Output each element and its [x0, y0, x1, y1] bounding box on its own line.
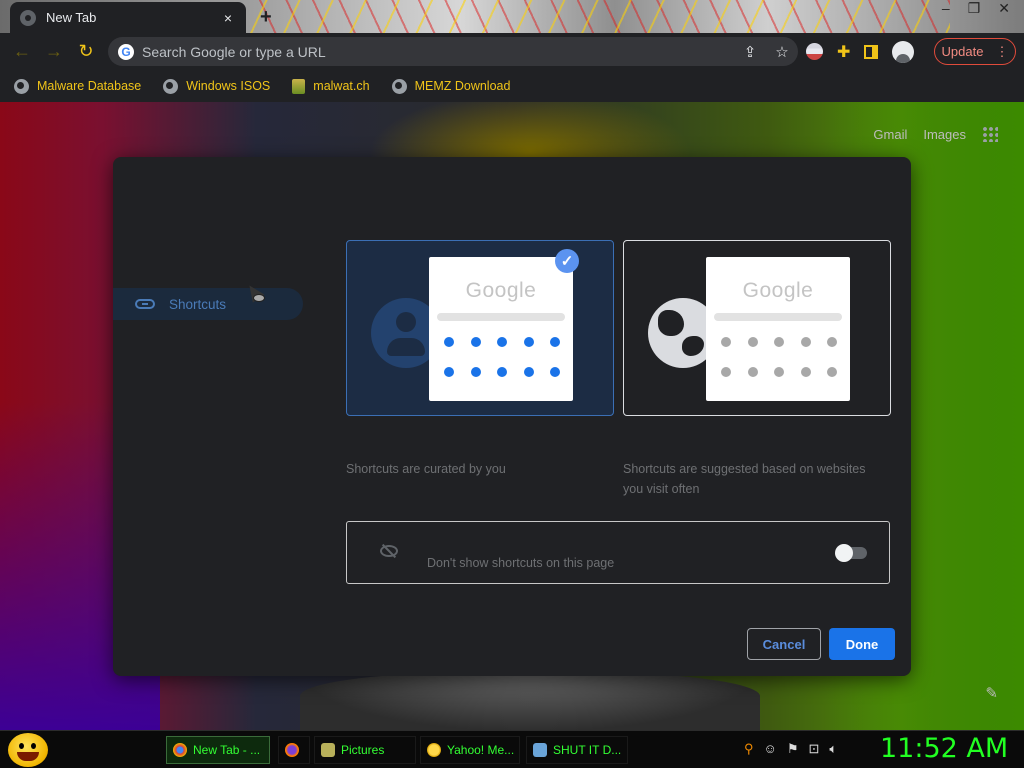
search-icon[interactable]: ⚲: [744, 741, 754, 757]
hide-shortcuts-label: Don't show shortcuts on this page: [427, 556, 615, 570]
card-tiles: [444, 337, 573, 377]
sidebar-item-shortcuts[interactable]: Shortcuts: [113, 288, 303, 320]
taskbar-label: SHUT IT D...: [553, 743, 622, 757]
done-button[interactable]: Done: [829, 628, 895, 660]
firefox-icon: [285, 743, 299, 757]
option-description: Shortcuts are suggested based on website…: [623, 462, 866, 496]
document-icon: [292, 78, 306, 94]
browser-toolbar: ← → ↻ G Search Google or type a URL ⇪ ☆ …: [0, 33, 1024, 70]
start-smiley-icon[interactable]: [8, 733, 48, 767]
taskbar-item[interactable]: SHUT IT D...: [526, 736, 628, 764]
card-logo: Google: [465, 279, 537, 302]
back-icon[interactable]: ←: [6, 41, 38, 62]
bookmarks-bar: Malware Database Windows ISOS malwat.ch …: [0, 70, 1024, 102]
update-button[interactable]: Update ⋮: [934, 38, 1016, 65]
more-menu-icon: ⋮: [995, 43, 1009, 59]
system-tray: ⚲ ☺ ⚑ ⊡ 🔈︎: [744, 741, 837, 757]
globe-icon: [14, 78, 29, 94]
taskbar-item[interactable]: [278, 736, 310, 764]
option-my-shortcuts[interactable]: Google ✓: [346, 240, 614, 416]
tab-title: New Tab: [46, 10, 97, 25]
bookmark-item[interactable]: Windows ISOS: [163, 78, 271, 94]
avatar[interactable]: [892, 40, 915, 63]
sidebar-item-label: Shortcuts: [169, 296, 227, 312]
google-top-links: Gmail Images: [873, 126, 1024, 142]
bookmark-star-icon[interactable]: ☆: [766, 43, 798, 61]
maximize-icon[interactable]: ❐: [968, 0, 981, 17]
hide-shortcuts-row[interactable]: Don't show shortcuts on this page: [346, 521, 890, 584]
google-icon: G: [118, 43, 134, 60]
taskbar-label: Pictures: [341, 743, 385, 757]
close-window-icon[interactable]: ✕: [998, 0, 1010, 17]
card-search-bar: [437, 313, 565, 321]
minimize-icon[interactable]: –: [942, 0, 950, 17]
window-controls: – ❐ ✕: [942, 0, 1010, 17]
clock[interactable]: 11:52 AM: [880, 733, 1008, 764]
title-bar: New Tab × + – ❐ ✕: [0, 0, 1024, 33]
share-icon[interactable]: ⇪: [734, 43, 766, 61]
link-icon: [135, 299, 155, 309]
cursor-eye-icon: [253, 294, 265, 302]
window-icon: [533, 743, 547, 757]
taskbar-label: New Tab - ...: [193, 743, 261, 757]
globe-icon: [163, 78, 179, 94]
checkmark-icon: ✓: [555, 249, 579, 273]
bookmark-label: malwat.ch: [313, 79, 370, 93]
extensions-icon[interactable]: ✚: [837, 42, 850, 62]
taskbar-item[interactable]: New Tab - ...: [166, 736, 270, 764]
option-most-visited[interactable]: Google: [623, 240, 891, 416]
chrome-icon: [173, 743, 187, 757]
customize-dialog: Shortcuts Google ✓ Google Shortcuts are …: [113, 157, 911, 676]
update-label: Update: [941, 44, 984, 59]
reload-icon[interactable]: ↻: [70, 41, 102, 62]
card-logo: Google: [742, 279, 814, 302]
apps-grid-icon[interactable]: [982, 126, 998, 142]
images-link[interactable]: Images: [923, 127, 966, 142]
bookmark-item[interactable]: malwat.ch: [292, 78, 370, 94]
network-icon[interactable]: ⊡: [808, 741, 819, 757]
omnibox[interactable]: G Search Google or type a URL ⇪ ☆: [108, 37, 798, 66]
visibility-off-icon: [380, 545, 398, 557]
taskbar-label: Yahoo! Me...: [447, 743, 515, 757]
omnibox-placeholder: Search Google or type a URL: [142, 43, 326, 60]
yahoo-messenger-icon: [427, 743, 441, 757]
bookmark-label: Windows ISOS: [186, 79, 271, 93]
card-search-bar: [714, 313, 842, 321]
preview-card: Google: [429, 257, 573, 401]
toolbar-actions: ✚: [806, 33, 915, 70]
chrome-favicon-icon: [20, 9, 36, 26]
gmail-link[interactable]: Gmail: [873, 127, 907, 142]
cancel-button[interactable]: Cancel: [747, 628, 821, 660]
bookmark-label: Malware Database: [37, 79, 142, 93]
side-panel-icon[interactable]: [864, 44, 879, 59]
flag-profile-icon[interactable]: [806, 43, 823, 60]
flag-icon[interactable]: ⚑: [787, 741, 799, 757]
preview-card: Google: [706, 257, 850, 401]
bookmark-item[interactable]: MEMZ Download: [391, 78, 511, 94]
option-description: Shortcuts are curated by you: [346, 462, 506, 476]
hide-shortcuts-toggle[interactable]: [835, 544, 867, 562]
new-tab-button[interactable]: +: [260, 6, 272, 29]
theme-decoration: [250, 0, 950, 33]
forward-icon[interactable]: →: [38, 41, 70, 62]
tab-close-icon[interactable]: ×: [220, 10, 236, 26]
bookmark-label: MEMZ Download: [414, 79, 511, 93]
card-tiles: [721, 337, 850, 377]
taskbar-item[interactable]: Pictures: [314, 736, 416, 764]
taskbar-item[interactable]: Yahoo! Me...: [420, 736, 520, 764]
customize-pencil-icon[interactable]: ✎: [985, 684, 998, 702]
volume-icon[interactable]: 🔈︎: [829, 741, 837, 757]
bookmark-item[interactable]: Malware Database: [14, 78, 142, 94]
folder-icon: [321, 743, 335, 757]
background-image: [300, 672, 760, 730]
tab-new-tab[interactable]: New Tab ×: [10, 2, 246, 33]
messenger-tray-icon[interactable]: ☺: [764, 741, 777, 757]
taskbar: New Tab - ... Pictures Yahoo! Me... SHUT…: [0, 730, 1024, 768]
globe-icon: [391, 78, 407, 94]
